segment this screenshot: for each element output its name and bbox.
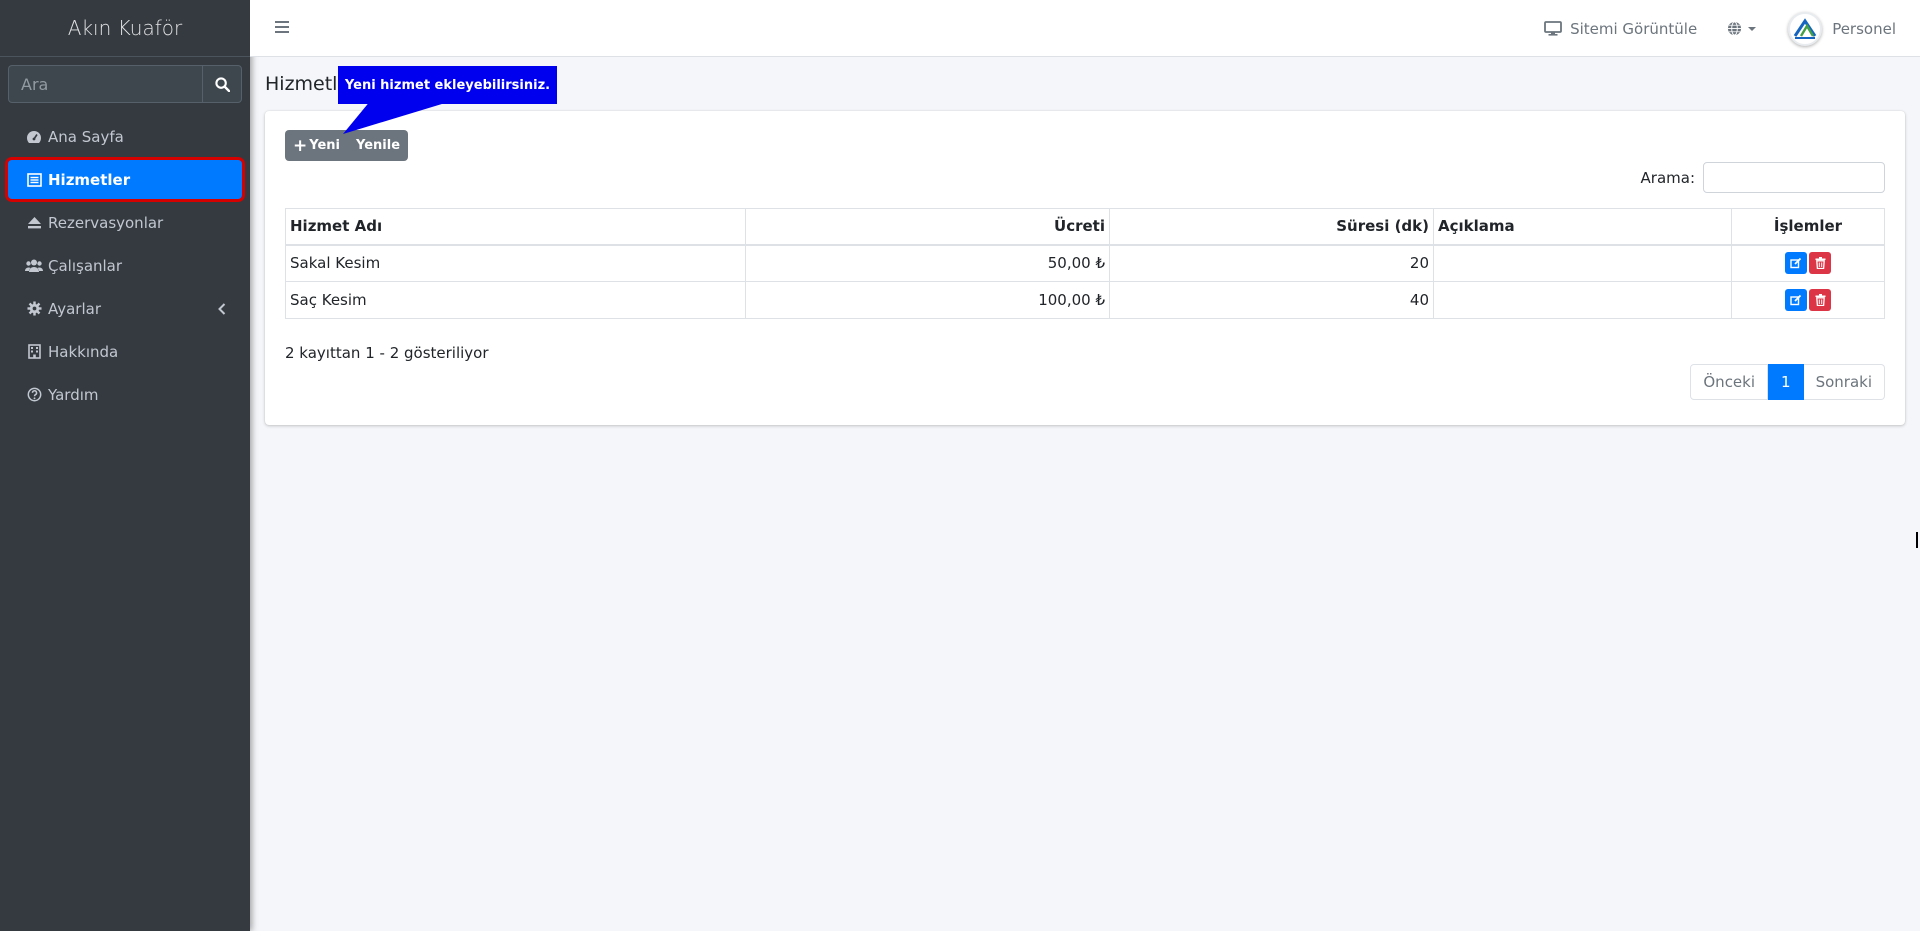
sidebar-item-hakkinda[interactable]: Hakkında [8, 332, 242, 371]
cell-actions [1731, 244, 1885, 282]
cell-price: 50,00 ₺ [745, 244, 1110, 282]
search-icon [214, 76, 230, 92]
sidebar-item-rezervasyonlar[interactable]: Rezervasyonlar [8, 203, 242, 242]
services-card: + Yeni Yenile Arama: Hizmet Adı Ücreti S… [265, 111, 1905, 425]
table-search-input[interactable] [1703, 162, 1885, 193]
table-header-row: Hizmet Adı Ücreti Süresi (dk) Açıklama İ… [285, 208, 1885, 246]
question-icon [24, 387, 44, 403]
sidebar-item-label: Ayarlar [48, 299, 102, 318]
desktop-icon [1544, 21, 1562, 36]
sidebar-item-label: Rezervasyonlar [48, 213, 164, 232]
chevron-left-icon [218, 301, 226, 319]
sidebar-item-label: Ana Sayfa [48, 127, 124, 146]
company-logo-icon [1793, 17, 1817, 39]
column-header-actions: İşlemler [1731, 208, 1885, 246]
sidebar-item-label: Çalışanlar [48, 256, 123, 275]
sidebar: Akın Kuaför Ana Sayfa Hizmetler Rezervas… [0, 0, 250, 931]
list-icon [24, 172, 44, 188]
services-table: Hizmet Adı Ücreti Süresi (dk) Açıklama İ… [285, 208, 1885, 319]
pagination-page-1[interactable]: 1 [1768, 364, 1804, 400]
tutorial-callout: Yeni hizmet ekleyebilirsiniz. [338, 66, 557, 104]
column-header-duration[interactable]: Süresi (dk) [1109, 208, 1434, 246]
cell-name: Saç Kesim [285, 281, 746, 319]
cell-name: Sakal Kesim [285, 244, 746, 282]
cell-duration: 20 [1109, 244, 1434, 282]
building-icon [24, 344, 44, 360]
sidebar-item-label: Yardım [48, 385, 99, 404]
cell-actions [1731, 281, 1885, 319]
table-info: 2 kayıttan 1 - 2 gösteriliyor [285, 344, 489, 362]
table-search-label: Arama: [1640, 168, 1695, 187]
table-row: Saç Kesim 100,00 ₺ 40 [285, 281, 1885, 319]
eject-icon [24, 215, 44, 231]
new-button-label: Yeni [309, 138, 340, 153]
delete-button[interactable] [1809, 289, 1831, 311]
sidebar-item-label: Hakkında [48, 342, 119, 361]
sidebar-item-label: Hizmetler [48, 170, 131, 189]
caret-down-icon [1748, 26, 1757, 31]
sidebar-item-yardim[interactable]: Yardım [8, 375, 242, 414]
edit-icon [1790, 294, 1802, 306]
sidebar-search-input[interactable] [8, 65, 202, 103]
top-navbar: Sitemi Görüntüle Personel [250, 0, 1920, 57]
trash-icon [1815, 257, 1825, 270]
user-name: Personel [1832, 19, 1896, 38]
sidebar-nav: Ana Sayfa Hizmetler Rezervasyonlar Çalış… [0, 117, 250, 414]
user-menu[interactable]: Personel [1788, 11, 1896, 46]
plus-icon: + [293, 135, 308, 156]
trash-icon [1815, 294, 1825, 306]
avatar [1788, 11, 1823, 46]
pagination-previous[interactable]: Önceki [1690, 364, 1769, 400]
cell-duration: 40 [1109, 281, 1434, 319]
edit-icon [1790, 258, 1802, 269]
sidebar-search-button[interactable] [202, 65, 242, 103]
sidebar-item-calisanlar[interactable]: Çalışanlar [8, 246, 242, 285]
view-site-label: Sitemi Görüntüle [1570, 19, 1698, 38]
callout-pointer [343, 100, 455, 134]
sidebar-item-ayarlar[interactable]: Ayarlar [8, 289, 242, 328]
sidebar-item-ana-sayfa[interactable]: Ana Sayfa [8, 117, 242, 156]
tachometer-icon [24, 129, 44, 145]
menu-toggle-icon[interactable] [274, 19, 290, 38]
table-search: Arama: [1641, 162, 1885, 193]
column-header-description[interactable]: Açıklama [1433, 208, 1732, 246]
table-row: Sakal Kesim 50,00 ₺ 20 [285, 244, 1885, 282]
pagination: Önceki 1 Sonraki [1690, 364, 1885, 400]
column-header-name[interactable]: Hizmet Adı [285, 208, 746, 246]
cell-description [1433, 281, 1732, 319]
cell-description [1433, 244, 1732, 282]
sidebar-item-hizmetler[interactable]: Hizmetler [8, 160, 242, 199]
view-site-link[interactable]: Sitemi Görüntüle [1544, 20, 1697, 38]
cell-price: 100,00 ₺ [745, 281, 1110, 319]
text-cursor [1916, 532, 1918, 548]
column-header-price[interactable]: Ücreti [745, 208, 1110, 246]
brand-title[interactable]: Akın Kuaför [0, 0, 250, 57]
globe-icon [1728, 21, 1742, 36]
delete-button[interactable] [1809, 252, 1831, 275]
edit-button[interactable] [1785, 252, 1807, 275]
navbar-right: Sitemi Görüntüle Personel [1544, 0, 1896, 57]
gear-icon [24, 301, 44, 317]
sidebar-search [8, 65, 242, 103]
users-icon [24, 258, 44, 274]
language-dropdown[interactable] [1727, 21, 1758, 36]
pagination-next[interactable]: Sonraki [1803, 364, 1885, 400]
edit-button[interactable] [1785, 289, 1807, 311]
